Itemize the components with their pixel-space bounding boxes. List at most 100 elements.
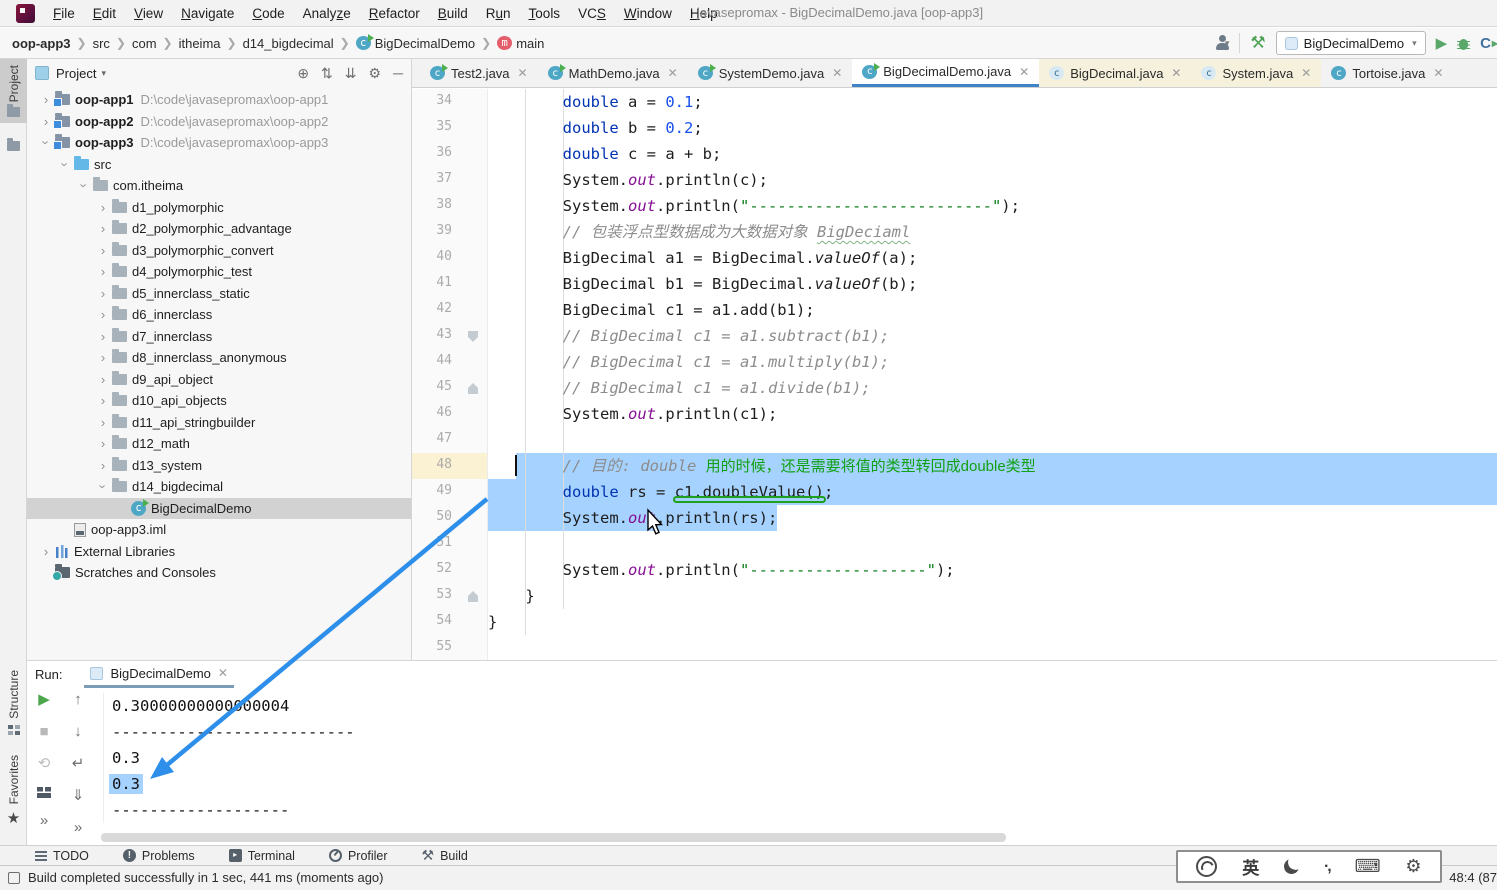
moon-icon[interactable]: [1282, 857, 1300, 875]
menu-item-refactor[interactable]: Refactor: [360, 6, 429, 21]
close-icon[interactable]: ✕: [1171, 66, 1181, 80]
tree-item-d13-system[interactable]: › d13_system: [27, 455, 411, 477]
tree-chevron-icon[interactable]: ›: [94, 264, 112, 279]
more-actions-button[interactable]: »: [74, 819, 82, 837]
keyboard-icon[interactable]: ⌨: [1355, 856, 1381, 877]
tree-chevron-icon[interactable]: ›: [58, 155, 73, 173]
code-line-46[interactable]: System.out.println(c1);: [488, 401, 1497, 427]
more-actions-button[interactable]: »: [40, 812, 48, 830]
close-icon[interactable]: ✕: [668, 66, 678, 80]
code-line-42[interactable]: BigDecimal c1 = a1.add(b1);: [488, 297, 1497, 323]
project-action-expand-all-icon[interactable]: ⇅: [321, 65, 333, 82]
tool-window-button-profiler[interactable]: Profiler: [328, 849, 388, 863]
fold-marker-icon[interactable]: [468, 591, 478, 602]
tree-item-com-itheima[interactable]: › com.itheima: [27, 175, 411, 197]
tool-window-button-todo[interactable]: TODO: [35, 849, 89, 863]
tree-item-src[interactable]: › src: [27, 154, 411, 176]
sogou-logo-icon[interactable]: [1196, 856, 1218, 877]
code-line-44[interactable]: // BigDecimal c1 = a1.multiply(b1);: [488, 349, 1497, 375]
tree-chevron-icon[interactable]: ›: [94, 372, 112, 387]
project-action-settings-icon[interactable]: ⚙: [369, 65, 382, 82]
menu-item-window[interactable]: Window: [615, 6, 681, 21]
run-with-coverage-button[interactable]: C: [1480, 35, 1497, 52]
close-icon[interactable]: ✕: [518, 66, 528, 80]
tool-window-button-folder[interactable]: [0, 135, 27, 157]
code-line-37[interactable]: System.out.println(c);: [488, 167, 1497, 193]
tree-item-d2-polymorphic-advantage[interactable]: › d2_polymorphic_advantage: [27, 218, 411, 240]
breadcrumb-item-d14_bigdecimal[interactable]: d14_bigdecimal: [243, 36, 334, 51]
code-line-53[interactable]: }: [488, 583, 1497, 609]
tree-item-d1-polymorphic[interactable]: › d1_polymorphic: [27, 197, 411, 219]
run-button[interactable]: ▶: [1436, 34, 1448, 52]
close-icon[interactable]: ✕: [1433, 66, 1443, 80]
tool-window-button-project[interactable]: Project: [0, 59, 27, 124]
breadcrumb-item-bigdecimaldemo[interactable]: c BigDecimalDemo: [355, 34, 475, 51]
tree-item-d4-polymorphic-test[interactable]: › d4_polymorphic_test: [27, 261, 411, 283]
tree-item-d7-innerclass[interactable]: › d7_innerclass: [27, 326, 411, 348]
close-icon[interactable]: ✕: [218, 666, 228, 680]
code-line-41[interactable]: BigDecimal b1 = BigDecimal.valueOf(b);: [488, 271, 1497, 297]
tree-item-external-libraries[interactable]: › External Libraries: [27, 541, 411, 563]
tree-item-d14-bigdecimal[interactable]: › d14_bigdecimal: [27, 476, 411, 498]
tree-chevron-icon[interactable]: ›: [94, 286, 112, 301]
code-line-36[interactable]: double c = a + b;: [488, 141, 1497, 167]
code-line-49[interactable]: double rs = c1.doubleValue();: [488, 479, 1497, 505]
tree-item-oop-app3-iml[interactable]: oop-app3.iml: [27, 519, 411, 541]
project-action-collapse-all-icon[interactable]: ⇊: [345, 65, 357, 82]
menu-item-vcs[interactable]: VCS: [569, 6, 615, 21]
breadcrumb-item-itheima[interactable]: itheima: [179, 36, 221, 51]
menu-item-navigate[interactable]: Navigate: [172, 6, 243, 21]
tool-window-button-terminal[interactable]: ▸ Terminal: [228, 849, 295, 863]
code-line-48[interactable]: // 目的: double 用的时候，还是需要将值的类型转回成double类型: [488, 453, 1497, 479]
breadcrumb-item-main[interactable]: m main: [497, 36, 544, 51]
rerun-button[interactable]: ▶: [38, 691, 50, 709]
menu-item-edit[interactable]: Edit: [84, 6, 125, 21]
tree-item-d9-api-object[interactable]: › d9_api_object: [27, 369, 411, 391]
tree-item-d5-innerclass-static[interactable]: › d5_innerclass_static: [27, 283, 411, 305]
project-action-locate-icon[interactable]: ⊕: [297, 65, 309, 82]
tree-item-oop-app1[interactable]: › oop-app1 D:\code\javasepromax\oop-app1: [27, 89, 411, 111]
tree-item-d3-polymorphic-convert[interactable]: › d3_polymorphic_convert: [27, 240, 411, 262]
stop-button[interactable]: ■: [39, 723, 48, 741]
tree-chevron-icon[interactable]: ›: [94, 307, 112, 322]
tree-chevron-icon[interactable]: ›: [39, 134, 54, 152]
close-icon[interactable]: ✕: [1019, 65, 1029, 79]
tree-item-scratches-and-consoles[interactable]: Scratches and Consoles: [27, 562, 411, 584]
code-line-55[interactable]: [488, 635, 1497, 661]
run-configuration-select[interactable]: BigDecimalDemo ▾: [1275, 31, 1426, 55]
code-line-47[interactable]: [488, 427, 1497, 453]
tree-chevron-icon[interactable]: ›: [94, 415, 112, 430]
breadcrumb-item-oop-app3[interactable]: oop-app3: [12, 36, 71, 51]
project-action-hide-icon[interactable]: ─: [393, 65, 403, 81]
soft-wrap-button[interactable]: ↵: [72, 755, 85, 773]
code-line-43[interactable]: // BigDecimal c1 = a1.subtract(b1);: [488, 323, 1497, 349]
navigate-down-button[interactable]: ↓: [74, 723, 82, 741]
tree-chevron-icon[interactable]: ›: [94, 350, 112, 365]
tree-item-bigdecimaldemo[interactable]: c BigDecimalDemo: [27, 497, 411, 519]
gear-icon[interactable]: ⚙: [1405, 856, 1421, 877]
editor-tab-tortoise-java[interactable]: c Tortoise.java ✕: [1321, 59, 1453, 87]
tree-item-d11-api-stringbuilder[interactable]: › d11_api_stringbuilder: [27, 412, 411, 434]
tree-item-d6-innerclass[interactable]: › d6_innerclass: [27, 304, 411, 326]
close-icon[interactable]: ✕: [832, 66, 842, 80]
breadcrumb-item-com[interactable]: com: [132, 36, 157, 51]
editor-tab-bigdecimal-java[interactable]: c BigDecimal.java ✕: [1039, 59, 1192, 87]
restart-debug-button[interactable]: ⟲: [38, 755, 51, 773]
menu-item-file[interactable]: File: [44, 6, 84, 21]
navigate-up-button[interactable]: ↑: [74, 691, 82, 709]
tree-chevron-icon[interactable]: ›: [37, 544, 55, 559]
code-line-54[interactable]: }: [488, 609, 1497, 635]
menu-item-analyze[interactable]: Analyze: [294, 6, 360, 21]
chevron-down-icon[interactable]: ▾: [101, 68, 106, 79]
scroll-to-end-button[interactable]: ⇓: [72, 787, 85, 805]
tree-chevron-icon[interactable]: ›: [96, 478, 111, 496]
code-line-34[interactable]: double a = 0.1;: [488, 89, 1497, 115]
tree-chevron-icon[interactable]: ›: [94, 200, 112, 215]
tree-chevron-icon[interactable]: ›: [94, 458, 112, 473]
code-line-52[interactable]: System.out.println("-------------------"…: [488, 557, 1497, 583]
fold-marker-icon[interactable]: [468, 331, 478, 342]
user-profile-button[interactable]: ▾: [1215, 35, 1229, 51]
tree-chevron-icon[interactable]: ›: [94, 436, 112, 451]
tree-item-d10-api-objects[interactable]: › d10_api_objects: [27, 390, 411, 412]
code-line-35[interactable]: double b = 0.2;: [488, 115, 1497, 141]
